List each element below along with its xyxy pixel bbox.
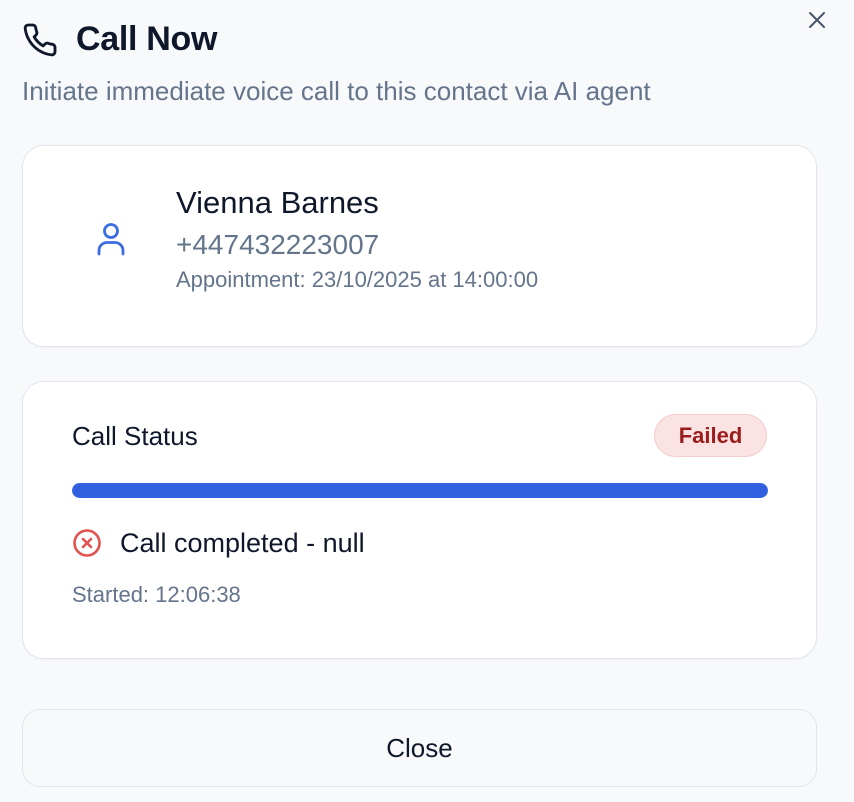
call-progress-fill	[72, 483, 768, 498]
call-result-text: Call completed - null	[120, 528, 365, 558]
close-button[interactable]: Close	[22, 709, 817, 787]
contact-phone: +447432223007	[176, 229, 380, 260]
call-status-title: Call Status	[72, 421, 198, 451]
dialog-subtitle: Initiate immediate voice call to this co…	[22, 76, 651, 106]
contact-name: Vienna Barnes	[176, 185, 379, 220]
call-result: Call completed - null	[72, 528, 365, 558]
call-progress-bar	[72, 483, 768, 498]
x-circle-icon	[72, 528, 102, 558]
close-icon[interactable]	[806, 9, 828, 31]
contact-info: Vienna Barnes +447432223007 Appointment:…	[176, 184, 538, 295]
started-time: Started: 12:06:38	[72, 582, 241, 607]
phone-icon	[22, 21, 60, 59]
appointment-text: Appointment: 23/10/2025 at 14:00:00	[176, 267, 539, 292]
dialog-header: Call Now	[22, 20, 217, 59]
contact-card: Vienna Barnes +447432223007 Appointment:…	[22, 145, 817, 347]
dialog-title: Call Now	[76, 20, 218, 58]
call-status-card: Call Status Failed Call completed - null…	[22, 381, 817, 659]
call-now-dialog: Call Now Initiate immediate voice call t…	[0, 0, 854, 802]
user-icon	[95, 221, 127, 257]
status-badge: Failed	[654, 414, 767, 457]
